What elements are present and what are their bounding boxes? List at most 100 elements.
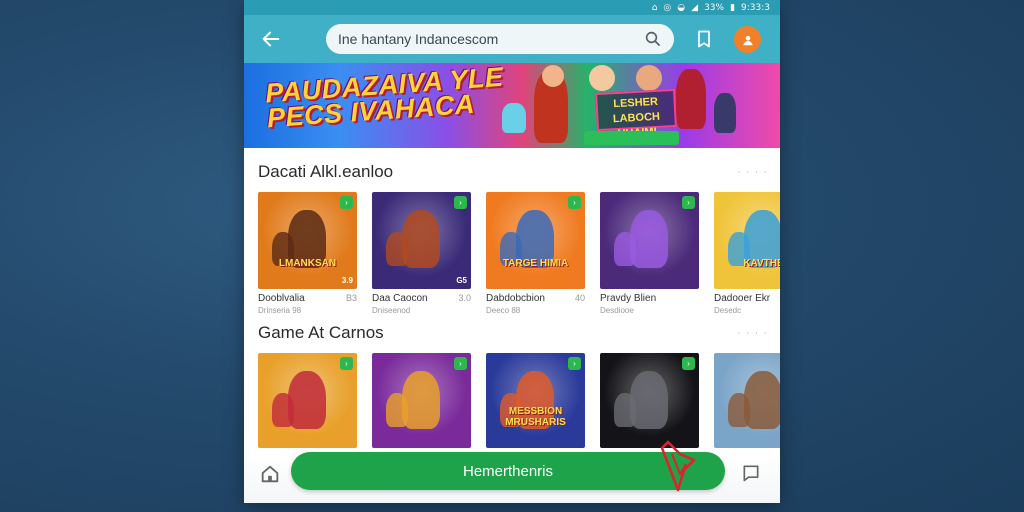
banner-character: [542, 65, 564, 87]
game-title: Daa Caocon: [372, 293, 428, 304]
play-badge-icon: ›: [568, 196, 581, 209]
card-name-row: Dooblvalia B3: [258, 293, 357, 304]
game-title: Dooblvalia: [258, 293, 305, 304]
section-title: Dacati Alkl.eanloo: [258, 162, 394, 181]
thumbnail-title: KAVTHE: [743, 258, 780, 269]
game-thumbnail[interactable]: › G5: [372, 192, 471, 289]
game-thumbnail[interactable]: ›: [600, 353, 699, 448]
banner-title: PAUDAZAIVA YLE PECS IVAHACA: [264, 63, 505, 134]
card-name-row: Pravdy Blien: [600, 293, 699, 304]
game-title: Pravdy Blien: [600, 293, 657, 304]
game-thumbnail[interactable]: LMANKSAN › 3.9: [258, 192, 357, 289]
thumbnail-title: MESSBION MRUSHARIS: [505, 406, 566, 428]
game-card[interactable]: ›: [372, 353, 471, 448]
game-row: › › MESSBION MRUSHARIS › › ›: [258, 353, 780, 448]
rating-text: G5: [456, 276, 467, 285]
play-badge-icon: ›: [340, 357, 353, 370]
banner-character: [589, 65, 615, 91]
thumbnail-title: TARGE HIMIA: [502, 258, 569, 269]
chat-icon[interactable]: [741, 463, 761, 483]
section-games: Game At Carnos · · · · › › MESSBION MRUSHA…: [244, 321, 780, 448]
nfc-icon: ⌂: [651, 2, 658, 13]
search-input[interactable]: [338, 31, 628, 47]
banner-character: [502, 103, 526, 133]
card-name-row: Dadooer Ekr: [714, 293, 780, 304]
home-icon[interactable]: [259, 463, 281, 485]
game-subtitle: Dniseenod: [372, 306, 411, 315]
game-card[interactable]: ›: [258, 353, 357, 448]
play-badge-icon: ›: [682, 196, 695, 209]
section-header: Dacati Alkl.eanloo · · · ·: [258, 160, 768, 184]
banner-character: [714, 93, 736, 133]
game-thumbnail[interactable]: KAVTHE›: [714, 192, 780, 289]
game-meta: 3.0: [458, 293, 471, 303]
battery-icon: ▮: [730, 2, 736, 13]
card-name-row: Daa Caocon 3.0: [372, 293, 471, 304]
game-thumbnail[interactable]: ›: [714, 353, 780, 448]
play-badge-icon: ›: [682, 357, 695, 370]
phone-screen: ⌂ ◎ ◒ ◢ 33% ▮ 9:33:3 Ine hantany Indance…: [244, 0, 780, 503]
game-thumbnail[interactable]: TARGE HIMIA ›: [486, 192, 585, 289]
section-title: Game At Carnos: [258, 323, 384, 342]
back-arrow-icon: [262, 31, 280, 47]
character-art: [386, 393, 408, 427]
game-title: Dabdobcbion: [486, 293, 545, 304]
game-thumbnail[interactable]: MESSBION MRUSHARIS ›: [486, 353, 585, 448]
game-subtitle: Desdiooe: [600, 306, 634, 315]
game-subtitle: Deeco 88: [486, 306, 521, 315]
user-icon: [742, 35, 753, 45]
battery-text: 33%: [704, 2, 725, 13]
banner-character: [636, 65, 662, 91]
character-art: [614, 232, 636, 266]
avatar[interactable]: [734, 26, 761, 53]
banner-cta-pill[interactable]: [584, 131, 679, 145]
character-art: [272, 393, 294, 427]
game-card[interactable]: › Pravdy Blien Desdiooe: [600, 192, 699, 315]
more-icon[interactable]: · · · ·: [737, 327, 768, 339]
banner-sublabel: LESHER LABOCH UHAIMI: [595, 88, 677, 140]
game-card[interactable]: › G5 Daa Caocon 3.0 Dniseenod: [372, 192, 471, 315]
wifi-icon: ◒: [677, 2, 686, 13]
game-meta: 40: [574, 293, 585, 303]
play-badge-icon: ›: [568, 357, 581, 370]
bookmark-icon[interactable]: [694, 29, 714, 49]
game-thumbnail[interactable]: ›: [258, 353, 357, 448]
bottom-nav: Hemerthenris: [244, 452, 780, 503]
search-icon[interactable]: [644, 30, 662, 48]
game-meta: B3: [345, 293, 357, 303]
game-row: LMANKSAN › 3.9 Dooblvalia B3 Drinseria 98 › G5 D…: [258, 192, 780, 315]
thumbnail-title: LMANKSAN: [278, 258, 337, 269]
game-card[interactable]: KAVTHE› Dadooer Ekr Desedc: [714, 192, 780, 315]
play-badge-icon: ›: [454, 357, 467, 370]
signal-icon: ◢: [691, 2, 699, 13]
rating-text: 3.9: [341, 276, 353, 285]
section-featured: Dacati Alkl.eanloo · · · · LMANKSAN › 3.9 D…: [244, 160, 780, 315]
section-header: Game At Carnos · · · ·: [258, 321, 768, 345]
game-subtitle: Drinseria 98: [258, 306, 302, 315]
game-card[interactable]: MESSBION MRUSHARIS ›: [486, 353, 585, 448]
app-bar: [244, 15, 780, 63]
alarm-icon: ◎: [663, 2, 672, 13]
character-art: [386, 232, 408, 266]
game-card[interactable]: LMANKSAN › 3.9 Dooblvalia B3 Drinseria 98: [258, 192, 357, 315]
banner-character: [676, 69, 706, 129]
game-card[interactable]: ›: [714, 353, 780, 448]
game-card[interactable]: TARGE HIMIA › Dabdobcbion 40 Deeco 88: [486, 192, 585, 315]
more-icon[interactable]: · · · ·: [737, 166, 768, 178]
clock-text: 9:33:3: [741, 2, 770, 13]
game-subtitle: Desedc: [714, 306, 742, 315]
status-bar: ⌂ ◎ ◒ ◢ 33% ▮ 9:33:3: [244, 0, 780, 15]
game-thumbnail[interactable]: ›: [600, 192, 699, 289]
character-art: [728, 393, 750, 427]
play-badge-icon: ›: [454, 196, 467, 209]
play-badge-icon: ›: [340, 196, 353, 209]
search-bar[interactable]: [326, 24, 674, 54]
game-thumbnail[interactable]: ›: [372, 353, 471, 448]
promo-banner[interactable]: PAUDAZAIVA YLE PECS IVAHACA LESHER LABOC…: [244, 63, 780, 148]
cursor-annotation-icon: [660, 440, 696, 492]
card-name-row: Dabdobcbion 40: [486, 293, 585, 304]
back-button[interactable]: [256, 24, 286, 54]
game-card[interactable]: ›: [600, 353, 699, 448]
character-art: [614, 393, 636, 427]
game-title: Dadooer Ekr: [714, 293, 771, 304]
